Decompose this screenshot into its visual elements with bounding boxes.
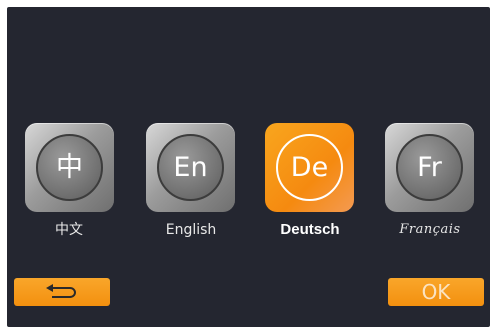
language-code-francais: Fr [417, 152, 442, 183]
language-code-english: En [173, 152, 208, 183]
language-badge: Fr [396, 134, 463, 201]
language-badge: De [276, 134, 343, 201]
language-option-english[interactable]: En [146, 123, 235, 212]
language-label-deutsch: Deutsch [280, 221, 340, 238]
return-arrow-icon [46, 284, 76, 298]
language-label-english: English [165, 222, 217, 238]
language-selection-screen: 中 中文 En English De Deutsch Fr Français O… [7, 7, 490, 327]
back-button[interactable] [14, 278, 110, 306]
language-label-chinese: 中文 [55, 222, 83, 238]
ok-button-label: OK [421, 280, 451, 304]
language-option-francais[interactable]: Fr [385, 123, 474, 212]
language-option-deutsch[interactable]: De [265, 123, 354, 212]
language-badge: En [157, 134, 224, 201]
language-badge: 中 [36, 134, 103, 201]
language-code-chinese: 中 [56, 152, 83, 183]
language-code-deutsch: De [290, 152, 329, 183]
ok-button[interactable]: OK [388, 278, 484, 306]
language-label-francais: Français [399, 222, 461, 237]
language-option-chinese[interactable]: 中 [25, 123, 114, 212]
